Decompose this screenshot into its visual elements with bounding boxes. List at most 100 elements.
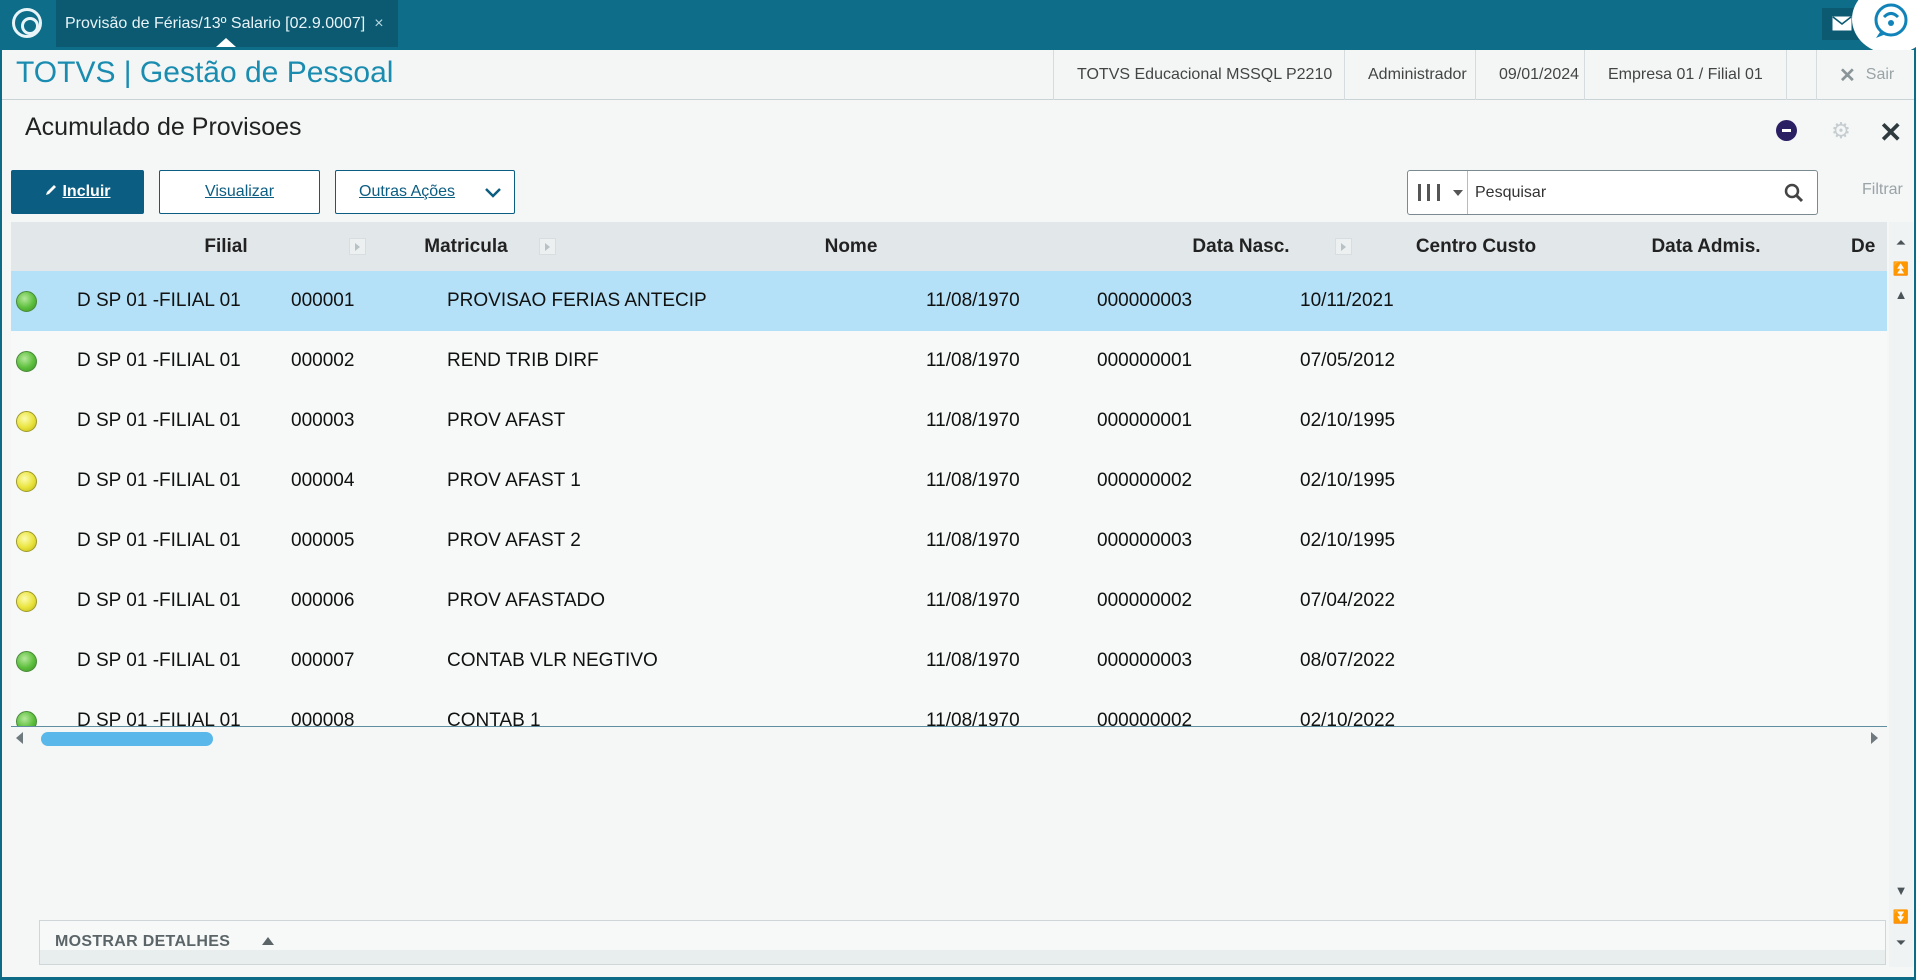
- cell-nome: CONTAB 1: [447, 710, 541, 727]
- table-row[interactable]: D SP 01 -FILIAL 01 000007 CONTAB VLR NEGTI…: [11, 631, 1887, 691]
- chat-icon[interactable]: [1852, 0, 1916, 54]
- cell-centro-custo: 000000003: [1097, 530, 1193, 551]
- status-led-icon: [16, 591, 37, 612]
- status-led-icon: [16, 351, 37, 372]
- cell-data-admis: 02/10/1995: [1300, 410, 1396, 431]
- status-led-icon: [16, 531, 37, 552]
- status-led-icon: [16, 411, 37, 432]
- chevron-down-icon: [482, 181, 504, 208]
- cell-data-admis: 10/11/2021: [1300, 290, 1394, 311]
- column-header-data-nasc[interactable]: Data Nasc.: [1141, 222, 1341, 271]
- environment-label: TOTVS Educacional MSSQL P2210: [1053, 50, 1355, 100]
- table-row[interactable]: D SP 01 -FILIAL 01 000006 PROV AFASTADO 11/…: [11, 571, 1887, 631]
- scroll-right-icon[interactable]: [1871, 732, 1878, 744]
- column-header-filial[interactable]: Filial: [101, 222, 351, 271]
- column-resize-handle[interactable]: [1335, 238, 1352, 255]
- scroll-page-down-icon[interactable]: ⏬: [1892, 908, 1910, 926]
- details-toggle[interactable]: MOSTRAR DETALHES: [39, 920, 1886, 965]
- cell-filial: D SP 01 -FILIAL 01: [77, 590, 241, 611]
- table-row[interactable]: D SP 01 -FILIAL 01 000001 PROVISAO FERIAS …: [11, 271, 1887, 331]
- table-row[interactable]: D SP 01 -FILIAL 01 000004 PROV AFAST 1 11/0…: [11, 451, 1887, 511]
- grid-header: Filial Matricula Nome Data Nasc. Centro …: [11, 222, 1887, 271]
- cell-matricula: 000003: [291, 410, 355, 431]
- column-header-next[interactable]: De: [1851, 222, 1887, 271]
- cell-nome: PROV AFAST 2: [447, 530, 581, 551]
- scroll-down-icon[interactable]: ▼: [1892, 882, 1910, 900]
- totvs-logo-icon[interactable]: [12, 8, 42, 38]
- status-led-icon: [16, 651, 37, 672]
- scroll-page-up-icon[interactable]: ⏫: [1892, 260, 1910, 278]
- table-row[interactable]: D SP 01 -FILIAL 01 000005 PROV AFAST 2 11/0…: [11, 511, 1887, 571]
- app-header: TOTVS | Gestão de Pessoal TOTVS Educacio…: [2, 50, 1914, 100]
- view-button[interactable]: Visualizar: [159, 170, 320, 214]
- triangle-up-icon: [262, 937, 274, 945]
- cell-centro-custo: 000000003: [1097, 290, 1193, 311]
- column-header-data-admis[interactable]: Data Admis.: [1601, 222, 1811, 271]
- filter-link[interactable]: Filtrar: [1862, 181, 1903, 199]
- scroll-thumb[interactable]: [41, 732, 213, 746]
- columns-caret: [1453, 190, 1463, 196]
- settings-icon[interactable]: ⚙: [1830, 120, 1852, 142]
- status-led-icon: [16, 711, 37, 727]
- data-grid: Filial Matricula Nome Data Nasc. Centro …: [11, 222, 1887, 727]
- tab-title: Provisão de Férias/13º Salario [02.9.000…: [65, 14, 366, 32]
- scroll-up-icon[interactable]: ▲: [1892, 286, 1910, 304]
- details-strip: [40, 950, 1885, 964]
- search-input[interactable]: [1475, 179, 1775, 207]
- cell-matricula: 000001: [291, 290, 355, 311]
- scroll-first-icon[interactable]: ⏶: [1892, 234, 1910, 252]
- cell-filial: D SP 01 -FILIAL 01: [77, 650, 241, 671]
- tab-close-icon[interactable]: ×: [374, 15, 383, 33]
- status-led-icon: [16, 471, 37, 492]
- cell-centro-custo: 000000001: [1097, 410, 1193, 431]
- cell-filial: D SP 01 -FILIAL 01: [77, 350, 241, 371]
- cell-matricula: 000002: [291, 350, 355, 371]
- search-box: [1407, 170, 1818, 215]
- table-row[interactable]: D SP 01 -FILIAL 01 000003 PROV AFAST 11/08/…: [11, 391, 1887, 451]
- scroll-last-icon[interactable]: ⏷: [1892, 934, 1910, 952]
- cell-centro-custo: 000000002: [1097, 470, 1193, 491]
- company-label[interactable]: Empresa 01 / Filial 01: [1584, 50, 1787, 100]
- tab-provisao-ferias[interactable]: Provisão de Férias/13º Salario [02.9.000…: [56, 0, 398, 47]
- cell-filial: D SP 01 -FILIAL 01: [77, 530, 241, 551]
- logout-button[interactable]: ✕ Sair: [1816, 50, 1894, 100]
- table-row[interactable]: D SP 01 -FILIAL 01 000008 CONTAB 1 11/08/19…: [11, 691, 1887, 727]
- close-icon[interactable]: ✕: [1879, 116, 1902, 149]
- search-icon[interactable]: [1783, 182, 1805, 209]
- cell-filial: D SP 01 -FILIAL 01: [77, 710, 241, 727]
- cell-centro-custo: 000000003: [1097, 650, 1193, 671]
- vertical-scrollbar[interactable]: ⏶ ⏫ ▲ ▼ ⏬ ⏷: [1889, 222, 1913, 967]
- columns-icon[interactable]: [1408, 171, 1468, 214]
- cell-centro-custo: 000000001: [1097, 350, 1193, 371]
- user-label: Administrador: [1344, 50, 1490, 100]
- scroll-left-icon[interactable]: [16, 732, 23, 744]
- more-actions-label: Outras Ações: [359, 183, 456, 200]
- cell-nome: PROVISAO FERIAS ANTECIP: [447, 290, 707, 311]
- cell-nome: PROV AFASTADO: [447, 590, 606, 611]
- cell-data-admis: 07/04/2022: [1300, 590, 1396, 611]
- cell-data-nasc: 11/08/1970: [926, 350, 1020, 371]
- main-window: TOTVS | Gestão de Pessoal TOTVS Educacio…: [0, 50, 1916, 980]
- top-tab-bar: Provisão de Férias/13º Salario [02.9.000…: [0, 0, 1916, 54]
- cell-centro-custo: 000000002: [1097, 590, 1193, 611]
- include-label: Incluir: [62, 183, 111, 200]
- column-header-centro-custo[interactable]: Centro Custo: [1351, 222, 1601, 271]
- cell-matricula: 000007: [291, 650, 355, 671]
- status-led-icon: [16, 291, 37, 312]
- include-button[interactable]: Incluir: [11, 170, 144, 214]
- horizontal-scrollbar[interactable]: [11, 726, 1887, 746]
- cell-data-nasc: 11/08/1970: [926, 470, 1020, 491]
- tab-pointer: [216, 38, 236, 47]
- table-row[interactable]: D SP 01 -FILIAL 01 000002 REND TRIB DIRF 11…: [11, 331, 1887, 391]
- more-actions-button[interactable]: Outras Ações: [335, 170, 515, 214]
- cell-matricula: 000006: [291, 590, 355, 611]
- help-icon[interactable]: [1776, 120, 1797, 141]
- cell-data-admis: 07/05/2012: [1300, 350, 1396, 371]
- cell-filial: D SP 01 -FILIAL 01: [77, 470, 241, 491]
- column-header-nome[interactable]: Nome: [551, 222, 1151, 271]
- cell-data-nasc: 11/08/1970: [926, 650, 1020, 671]
- cell-filial: D SP 01 -FILIAL 01: [77, 410, 241, 431]
- cell-data-nasc: 11/08/1970: [926, 410, 1020, 431]
- cell-nome: PROV AFAST 1: [447, 470, 581, 491]
- page-title: Acumulado de Provisoes: [25, 113, 302, 141]
